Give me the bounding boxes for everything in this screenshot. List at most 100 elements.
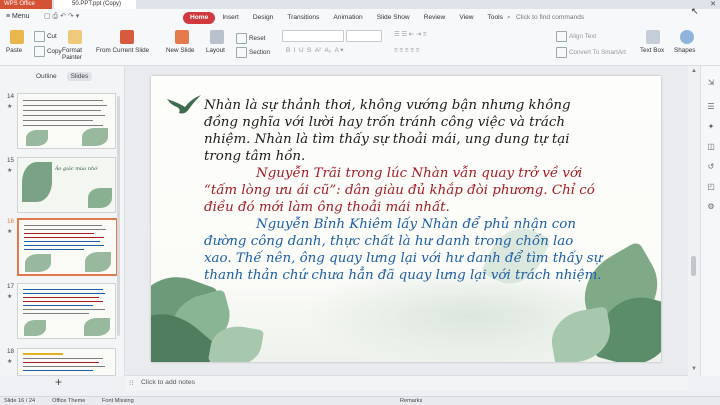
tab-outline[interactable]: Outline [32, 72, 61, 81]
paragraph-2: Nguyễn Trãi trong lúc Nhàn vẫn quay trở … [204, 165, 604, 216]
slide-number: 16 [7, 218, 15, 225]
slide-thumbnail-selected[interactable] [17, 218, 118, 276]
reset-button[interactable]: Reset [236, 33, 265, 44]
paragraph-buttons[interactable]: ☰ ☰ ⇤ ⇥ ≡ [394, 31, 427, 38]
tab-design[interactable]: Design [246, 12, 281, 24]
swallow-bird-icon [167, 95, 201, 114]
smartart-icon [556, 47, 567, 58]
section-button[interactable]: Section [236, 47, 270, 58]
paste-icon [10, 30, 24, 44]
align-text-icon [556, 31, 567, 42]
app-tab[interactable]: WPS Office [0, 0, 52, 9]
notes-drag-handle-icon[interactable]: ⁝⁝ [129, 379, 133, 387]
right-sidebar: ⇲ ☰ ✦ ◫ ↺ ◰ ⚙ [700, 66, 720, 376]
tab-review[interactable]: Review [417, 12, 453, 24]
search-placeholder: Click to find commands [516, 14, 585, 21]
slide-thumbnail[interactable] [17, 93, 116, 149]
star-icon: ★ [7, 294, 13, 300]
layout-icon [210, 30, 224, 44]
font-style-buttons[interactable]: B I U S A² A₂ A ▾ [286, 47, 343, 54]
notes-placeholder: Click to add notes [141, 379, 196, 386]
settings-icon[interactable]: ⚙ [706, 202, 716, 212]
animation-icon[interactable]: ✦ [706, 122, 716, 132]
transition-icon[interactable]: ◫ [706, 142, 716, 152]
menu-bar: ≡ Menu ▢ ⎙ ↶ ↷ ▾ Home Insert Design Tran… [0, 9, 720, 28]
notes-pane[interactable]: ⁝⁝ Click to add notes [125, 375, 688, 391]
format-painter-icon [68, 30, 82, 44]
tab-view[interactable]: View [452, 12, 480, 24]
tab-home[interactable]: Home [183, 12, 216, 24]
quick-access-toolbar[interactable]: ▢ ⎙ ↶ ↷ ▾ [44, 12, 79, 21]
layout-button[interactable]: Layout [206, 47, 225, 54]
canvas-scrollbar[interactable]: ▲ ▼ [688, 66, 700, 376]
add-slide-button[interactable]: + [55, 375, 62, 389]
tab-transitions[interactable]: Transitions [280, 12, 326, 24]
slide-thumbnail-title: Ảo giác mùa nhớ [54, 166, 98, 172]
format-painter-button[interactable]: Format Painter [62, 47, 88, 61]
shapes-icon [680, 30, 694, 44]
align-text-button[interactable]: Align Text [556, 31, 596, 42]
slide-number: 18 [7, 348, 15, 355]
star-icon: ★ [7, 359, 13, 365]
search-icon: ⌕ [507, 14, 511, 21]
tab-animation[interactable]: Animation [326, 12, 369, 24]
ribbon-tabs: Home Insert Design Transitions Animation… [183, 12, 510, 24]
slide[interactable]: Nhàn là sự thảnh thơi, không vướng bận n… [151, 76, 661, 362]
star-icon: ★ [7, 168, 13, 174]
from-current-slide-button[interactable]: From Current Slide [96, 47, 149, 54]
tab-slides[interactable]: Slides [66, 72, 93, 81]
convert-smartart-button[interactable]: Convert To SmartArt [556, 47, 626, 58]
close-window-button[interactable]: ✕ [710, 0, 716, 9]
text-box-button[interactable]: Text Box [640, 47, 664, 54]
section-icon [236, 47, 247, 58]
ribbon-toolbar: Paste Cut Copy Format Painter From Curre… [0, 27, 720, 66]
paste-button[interactable]: Paste [6, 47, 22, 54]
paragraph-1: Nhàn là sự thảnh thơi, không vướng bận n… [204, 98, 571, 164]
scissors-icon [34, 31, 45, 42]
document-tab[interactable]: 50.PPT.ppt (Copy) [54, 0, 136, 9]
panel-tabs: Outline Slides [32, 72, 93, 81]
tab-slide-show[interactable]: Slide Show [370, 12, 417, 24]
slide-number: 15 [7, 157, 15, 164]
shapes-button[interactable]: Shapes [674, 47, 695, 54]
convert-smartart-label: Convert To SmartArt [569, 49, 626, 57]
new-slide-button[interactable]: New Slide [166, 47, 194, 54]
menu-button[interactable]: ≡ Menu [6, 13, 30, 20]
paragraph-2-text: Nguyễn Trãi trong lúc Nhàn vẫn quay trở … [204, 166, 595, 215]
copy-icon [34, 46, 45, 57]
paragraph-3: Nguyễn Bỉnh Khiêm lấy Nhàn để phủ nhận c… [204, 216, 604, 284]
new-slide-icon [175, 30, 189, 44]
align-buttons[interactable]: ≡ ≡ ≡ ≡ ≡ [394, 47, 419, 54]
menu-label: Menu [12, 13, 30, 20]
history-icon[interactable]: ↺ [706, 162, 716, 172]
tab-insert[interactable]: Insert [215, 12, 246, 24]
font-size-select[interactable] [346, 30, 382, 42]
cut-button[interactable]: Cut [34, 31, 57, 42]
scroll-up-icon[interactable]: ▲ [691, 68, 697, 74]
expand-icon[interactable]: ⇲ [706, 78, 716, 88]
font-family-select[interactable] [282, 30, 344, 42]
slide-thumbnail[interactable] [17, 348, 116, 376]
star-icon: ★ [7, 104, 13, 110]
properties-icon[interactable]: ☰ [706, 102, 716, 112]
copy-button[interactable]: Copy [34, 46, 62, 57]
format-icon[interactable]: ◰ [706, 182, 716, 192]
slide-thumbnail[interactable]: Ảo giác mùa nhớ [17, 157, 116, 213]
scroll-down-icon[interactable]: ▼ [691, 366, 697, 372]
reset-label: Reset [249, 35, 266, 43]
scroll-thumb[interactable] [691, 256, 696, 276]
copy-label: Copy [47, 48, 62, 56]
slide-thumbnail[interactable] [17, 283, 116, 339]
align-text-label: Align Text [569, 33, 597, 41]
star-icon: ★ [7, 229, 13, 235]
slide-number: 14 [7, 93, 15, 100]
slide-body-text[interactable]: Nhàn là sự thảnh thơi, không vướng bận n… [204, 97, 604, 284]
thumbnail-scrollbar[interactable] [117, 96, 120, 336]
text-box-icon [646, 30, 660, 44]
command-search[interactable]: ⌕ Click to find commands [506, 12, 604, 24]
slide-thumbnail-panel: Outline Slides 14 ★ 15 ★ Ảo giác mùa nhớ… [0, 66, 125, 376]
cut-label: Cut [47, 33, 57, 41]
reset-icon [236, 33, 247, 44]
section-label: Section [249, 49, 271, 57]
mouse-cursor-icon: ↖ [691, 6, 699, 16]
